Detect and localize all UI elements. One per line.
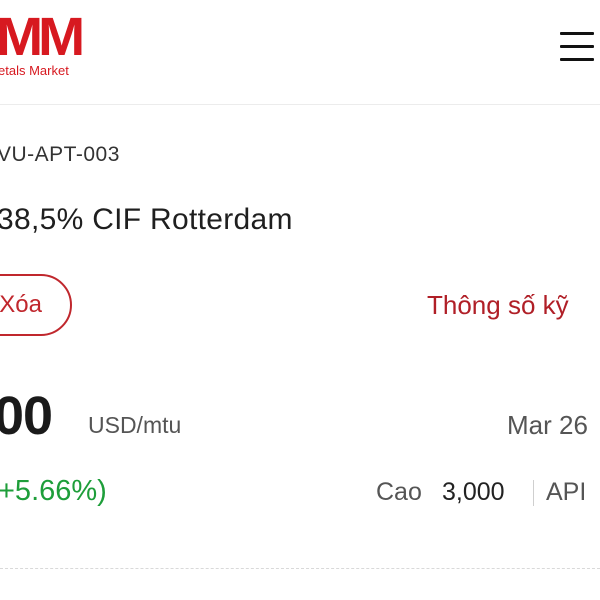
api-label: API [546,478,587,506]
section-divider [0,568,600,569]
product-code: VU-APT-003 [0,143,120,166]
price-change: +5.66%) [0,475,107,507]
menu-bar [560,32,594,35]
menu-bar [560,58,594,61]
specifications-link[interactable]: Thông số kỹ [427,290,569,321]
price-value: 00 [0,386,53,446]
hamburger-menu-icon[interactable] [558,30,596,64]
product-title: 38,5% CIF Rotterdam [0,203,293,236]
price-unit: USD/mtu [88,412,182,438]
brand-subtitle: etals Market [0,63,69,78]
menu-bar [560,45,594,48]
separator [533,480,534,506]
delete-button[interactable]: Xóa [0,274,72,336]
high-label: Cao [376,478,422,506]
header: MM etals Market [0,0,600,105]
high-value: 3,000 [442,478,505,506]
price-date: Mar 26 [507,410,588,440]
page: MM etals Market VU-APT-003 38,5% CIF Rot… [0,0,600,600]
brand-logo[interactable]: MM [0,10,85,64]
